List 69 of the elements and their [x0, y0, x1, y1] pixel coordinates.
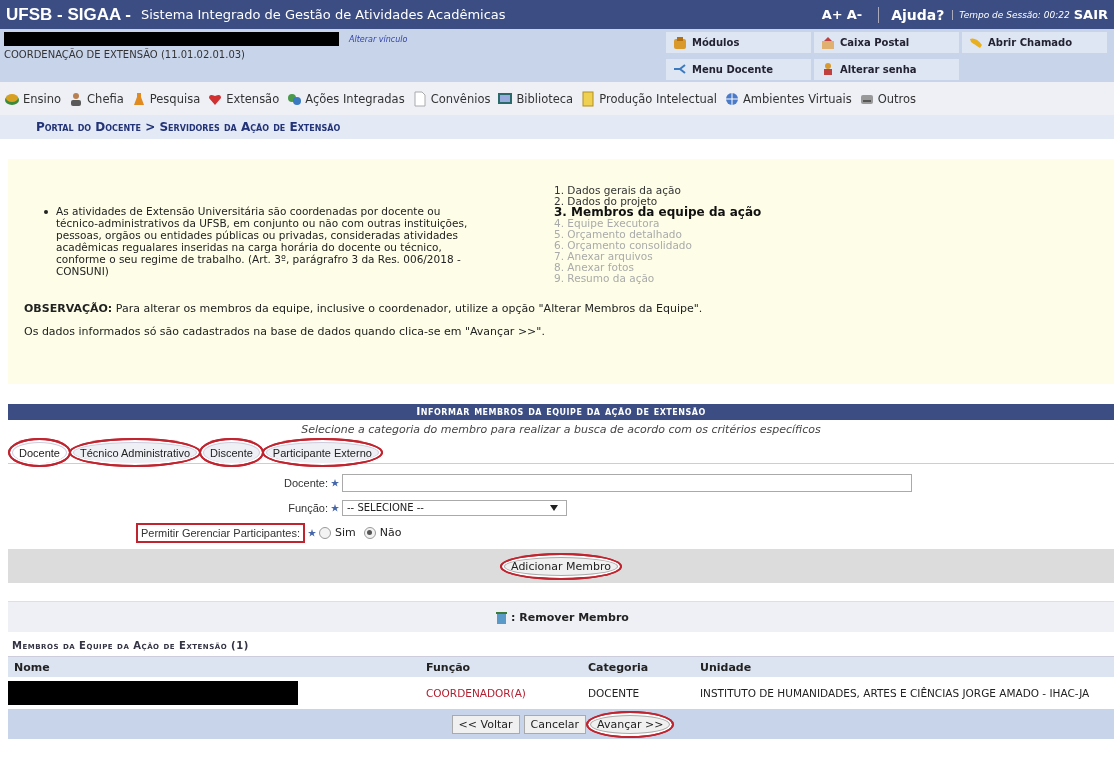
box-icon	[672, 34, 688, 51]
notepad-icon	[580, 90, 597, 107]
unit-name: COORDENAÇÃO DE EXTENSÃO (11.01.02.01.03)	[4, 49, 247, 60]
bullet-icon	[44, 210, 48, 214]
menu-item[interactable]: Outros	[858, 90, 917, 107]
mailbox-icon	[820, 34, 836, 51]
step-item: 4. Equipe Executora	[554, 218, 660, 229]
nav-button[interactable]: Cancelar	[523, 714, 587, 734]
menu-item[interactable]: Ensino	[4, 90, 62, 107]
menu-item[interactable]: Chefia	[68, 90, 124, 107]
docente-field[interactable]	[342, 473, 912, 492]
legend-text: : Remover Membro	[511, 610, 629, 624]
change-link[interactable]: Alterar vínculo	[349, 34, 408, 44]
system-name: UFSB - SIGAA -	[6, 4, 131, 25]
column-header: Função	[420, 657, 582, 677]
info-text: As atividades de Extensão Universitária são coordenadas por docente ou técnico-administrativos da UFSB, em conjunto ou não com outras instituições, pessoas, orgãos ou entidades públicas ou privadas, consideradas atividades acadêmicas regualares inseridas na carga horária do docente ou técnico, conforme o seu regime de trabalho. (Art. 3º, parágrafro 3 da Res. 006/2018 - CONSUNI)	[56, 205, 469, 279]
step-item: 3. Membros da equipe da ação	[554, 207, 762, 218]
radio-option[interactable]: Sim	[318, 526, 356, 539]
branch-icon	[672, 61, 688, 77]
quick-link[interactable]: Abrir Chamado	[962, 32, 1107, 53]
quick-link[interactable]: Caixa Postal	[814, 32, 959, 53]
step-item: 6. Orçamento consolidado	[554, 240, 693, 251]
step-item: 9. Resumo da ação	[554, 273, 656, 284]
info-note: Os dados informados só são cadastrados na base de dados quando clica-se em "Avançar >>".	[24, 325, 546, 338]
section-title: Informar membros da equipe da ação de extensão	[8, 404, 1114, 420]
table-cell: INSTITUTO DE HUMANIDADES, ARTES E CIÊNCIAS JORGE AMADO - IHAC-JA	[694, 677, 1114, 709]
quick-link[interactable]: Alterar senha	[814, 58, 959, 80]
menu-item[interactable]: Biblioteca	[497, 90, 574, 107]
logout-link[interactable]: SAIR	[1073, 7, 1108, 22]
required-icon	[331, 503, 339, 512]
field-label: Função:	[287, 501, 328, 514]
help-link[interactable]: Ajuda?	[878, 6, 945, 23]
required-icon	[331, 478, 339, 487]
monitor-icon	[497, 90, 514, 107]
menu-item[interactable]: Ambientes Virtuais	[723, 90, 852, 107]
trash-icon	[493, 609, 510, 625]
menu-item[interactable]: Pesquisa	[130, 90, 201, 107]
caret-icon	[550, 504, 558, 511]
menu-item[interactable]: Ações Integradas	[286, 90, 405, 107]
menu-item[interactable]: Produção Intelectual	[580, 90, 717, 107]
document-icon	[411, 90, 428, 107]
step-item: 7. Anexar arquivos	[554, 251, 654, 262]
field-label: Docente:	[282, 476, 328, 489]
step-item: 2. Dados do projeto	[554, 196, 658, 207]
session-timer: Tempo de Sessão: 00:22	[952, 9, 1070, 20]
quick-link[interactable]: Módulos	[666, 32, 811, 53]
observation-text: OBSERVAÇÃO: Para alterar os membros da equipe, inclusive o coordenador, utilize a opção "Alterar Membros da Equipe".	[24, 302, 704, 315]
table-cell: DOCENTE	[582, 677, 694, 709]
step-item: 8. Anexar fotos	[554, 262, 634, 273]
font-increase-link[interactable]: A+	[821, 7, 843, 22]
field-label: Permitir Gerenciar Participantes:	[136, 522, 305, 543]
required-icon	[307, 528, 316, 537]
radio-option[interactable]: Não	[363, 526, 402, 539]
table-cell: COORDENADOR(A)	[420, 677, 582, 709]
nav-button[interactable]: << Voltar	[451, 714, 520, 734]
menu-item[interactable]: Extensão	[207, 90, 280, 107]
step-item: 5. Orçamento detalhado	[554, 229, 683, 240]
menu-item[interactable]: Convênios	[411, 90, 491, 107]
font-decrease-link[interactable]: A-	[846, 7, 863, 22]
step-item: 1. Dados gerais da ação	[554, 185, 682, 196]
system-title: Sistema Integrado de Gestão de Atividades Acadêmicas	[141, 7, 507, 22]
column-header: Categoria	[582, 657, 694, 677]
funcao-select[interactable]: -- SELECIONE --	[342, 499, 567, 516]
section-subtitle: Selecione a categoria do membro para realizar a busca de acordo com os critérios específicos	[300, 422, 822, 438]
quick-link[interactable]: Menu Docente	[666, 58, 811, 80]
column-header: Unidade	[694, 657, 1114, 677]
breadcrumb: Portal do Docente > Servidores da Ação de Extensão	[36, 120, 341, 134]
globe-icon	[723, 90, 740, 107]
column-header: Nome	[8, 657, 420, 677]
